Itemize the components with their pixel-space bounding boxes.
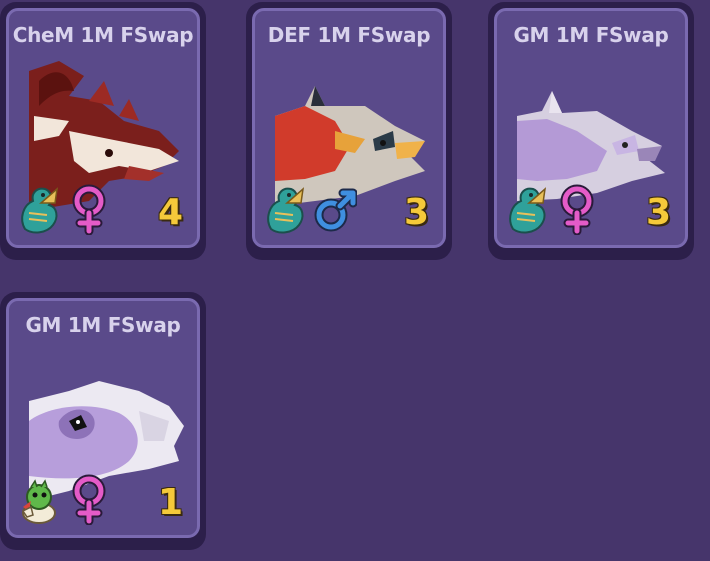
pet-card[interactable]: GM 1M FSwap	[488, 2, 694, 260]
pet-card[interactable]: CheM 1M FSwap 4	[0, 2, 206, 260]
pet-card[interactable]: GM 1M FSwap	[0, 292, 206, 550]
male-symbol-icon	[314, 188, 357, 232]
pet-count: 3	[645, 192, 671, 233]
pet-card-frame: DEF 1M FSwap 3	[252, 8, 446, 248]
pet-inventory-grid: CheM 1M FSwap 4 DEF 1M FSwap 3 GM 1M FSw…	[0, 0, 710, 561]
pet-card-frame: CheM 1M FSwap 4	[6, 8, 200, 248]
dragon-icon	[509, 187, 547, 234]
pet-card[interactable]: DEF 1M FSwap 3	[246, 2, 452, 260]
pet-name: GM 1M FSwap	[513, 23, 669, 47]
female-symbol-icon	[72, 184, 106, 235]
pet-name: DEF 1M FSwap	[267, 23, 431, 47]
dragon-icon	[21, 187, 59, 234]
pet-name: GM 1M FSwap	[25, 313, 181, 337]
hatchling-egg-icon	[21, 479, 56, 524]
pet-name: CheM 1M FSwap	[12, 23, 194, 47]
female-symbol-icon	[560, 184, 594, 235]
pet-count: 1	[157, 482, 183, 523]
pet-card-frame: GM 1M FSwap	[494, 8, 688, 248]
pet-count: 4	[157, 192, 183, 233]
pet-count: 3	[403, 192, 429, 233]
pet-card-frame: GM 1M FSwap	[6, 298, 200, 538]
dragon-icon	[267, 187, 305, 234]
female-symbol-icon	[72, 474, 106, 525]
